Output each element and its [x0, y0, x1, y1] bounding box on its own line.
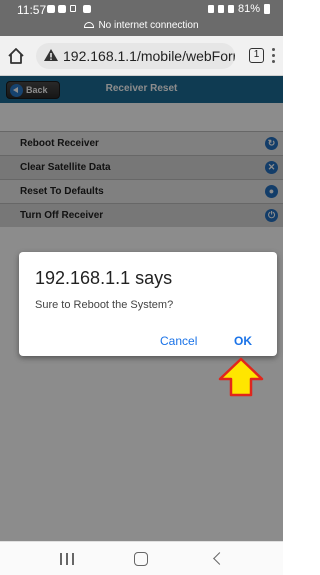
- media-icon: [58, 5, 66, 13]
- battery-percentage: 81%: [237, 3, 260, 15]
- wifi-icon: [217, 5, 224, 13]
- battery-icon: [264, 4, 270, 14]
- home-icon: [8, 48, 24, 64]
- status-bar: 11:57 81% No internet connection: [0, 0, 283, 36]
- dialog-message: Sure to Reboot the System?: [35, 299, 174, 311]
- navigation-bar: [0, 541, 283, 575]
- signal-icon: [227, 5, 234, 13]
- network-message: No internet connection: [98, 20, 199, 31]
- recent-apps-icon[interactable]: [60, 553, 74, 565]
- tabs-button[interactable]: 1: [249, 48, 264, 63]
- alarm-icon: [207, 5, 214, 13]
- arrow-up-icon: [217, 357, 265, 397]
- no-internet-icon: [84, 22, 95, 28]
- network-status: No internet connection: [0, 20, 283, 31]
- notification-icon: [47, 5, 55, 13]
- gallery-icon: [70, 5, 76, 12]
- warning-icon: [44, 49, 58, 61]
- ok-button[interactable]: OK: [234, 334, 252, 348]
- cancel-button[interactable]: Cancel: [160, 334, 197, 348]
- url-field[interactable]: 192.168.1.1/mobile/webForr: [36, 43, 235, 69]
- alert-dialog: 192.168.1.1 says Sure to Reboot the Syst…: [19, 252, 277, 356]
- browser-toolbar: 192.168.1.1/mobile/webForr 1: [0, 36, 283, 76]
- home-button[interactable]: [4, 44, 28, 68]
- download-icon: [83, 5, 91, 13]
- status-right: 81%: [207, 3, 270, 15]
- url-text: 192.168.1.1/mobile/webForr: [63, 48, 235, 64]
- menu-icon[interactable]: [268, 47, 278, 65]
- back-nav-icon[interactable]: [213, 552, 226, 565]
- status-time: 11:57: [17, 3, 47, 17]
- home-nav-icon[interactable]: [134, 552, 148, 566]
- dialog-title: 192.168.1.1 says: [35, 268, 173, 288]
